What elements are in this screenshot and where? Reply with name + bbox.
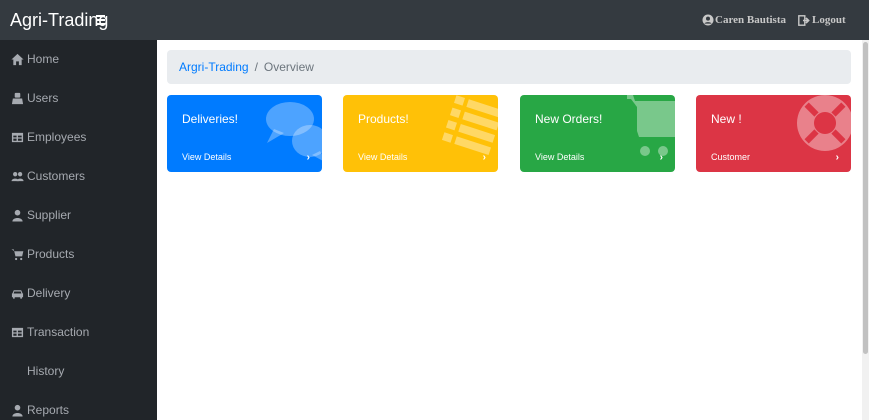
- sidebar-item-label: Supplier: [27, 208, 72, 222]
- sidebar-item-employees[interactable]: Employees: [10, 127, 86, 147]
- top-navbar: Agri-Trading Caren Bautista Logout: [0, 0, 869, 40]
- deliveries-view-details-link[interactable]: View Details ›: [167, 145, 322, 172]
- new-orders-view-details-link[interactable]: View Details ›: [520, 145, 675, 172]
- scrollbar-thumb[interactable]: [863, 42, 868, 354]
- user-tie-icon: [10, 403, 24, 417]
- sidebar-item-transaction[interactable]: Transaction: [10, 322, 89, 342]
- vertical-scrollbar[interactable]: [862, 40, 869, 420]
- products-view-details-link[interactable]: View Details ›: [343, 145, 498, 172]
- sidebar-item-customers[interactable]: Customers: [10, 166, 85, 186]
- chevron-right-icon: ›: [659, 152, 663, 163]
- sidebar-item-label: Customers: [27, 169, 86, 183]
- user-tie-icon: [10, 208, 24, 222]
- card-link-label: View Details: [182, 152, 232, 162]
- user-circle-icon: [702, 14, 714, 26]
- deliveries-card: Deliveries! View Details ›: [167, 95, 322, 172]
- sidebar-item-label: Reports: [27, 403, 70, 417]
- car-icon: [10, 286, 24, 300]
- new-customer-card: New ! Customer ›: [696, 95, 851, 172]
- home-icon: [10, 52, 24, 66]
- sidebar-item-users[interactable]: Users: [10, 88, 58, 108]
- breadcrumb: Argri-Trading / Overview: [167, 50, 851, 84]
- card-title: Products!: [358, 112, 409, 126]
- card-link-label: View Details: [358, 152, 408, 162]
- logout-link[interactable]: Logout: [798, 14, 846, 26]
- card-title: Deliveries!: [182, 112, 239, 126]
- card-title: New !: [711, 112, 742, 126]
- table-icon: [10, 325, 24, 339]
- sidebar-item-label: Delivery: [27, 286, 71, 300]
- sign-out-icon: [798, 14, 810, 26]
- chevron-right-icon: ›: [482, 152, 486, 163]
- group-icon: [10, 169, 24, 183]
- breadcrumb-current: Overview: [263, 60, 314, 74]
- card-title: New Orders!: [535, 112, 603, 126]
- sidebar-item-label: History: [27, 364, 65, 378]
- card-link-label: Customer: [711, 152, 751, 162]
- table-icon: [10, 130, 24, 144]
- logout-label: Logout: [812, 14, 846, 26]
- sidebar-item-label: Users: [27, 91, 59, 105]
- sidebar-item-reports[interactable]: Reports: [10, 400, 69, 420]
- sidebar-item-label: Home: [27, 52, 60, 66]
- card-link-label: View Details: [535, 152, 585, 162]
- chevron-right-icon: ›: [835, 152, 839, 163]
- new-orders-card: New Orders! View Details ›: [520, 95, 675, 172]
- user-name: Caren Bautista: [715, 14, 786, 26]
- sidebar-item-label: Transaction: [27, 325, 90, 339]
- sidebar: Home Users Employees Customers Supplier …: [0, 40, 157, 420]
- customer-link[interactable]: Customer ›: [696, 145, 851, 172]
- breadcrumb-separator: /: [254, 60, 258, 74]
- products-card: Products! View Details ›: [343, 95, 498, 172]
- sidebar-item-label: Products: [27, 247, 75, 261]
- breadcrumb-root-link[interactable]: Argri-Trading: [179, 60, 249, 74]
- user-menu[interactable]: Caren Bautista: [702, 14, 786, 26]
- chevron-right-icon: ›: [306, 152, 310, 163]
- menu-toggle-icon[interactable]: [94, 10, 108, 28]
- sidebar-item-delivery[interactable]: Delivery: [10, 283, 70, 303]
- sidebar-item-home[interactable]: Home: [10, 49, 59, 69]
- sidebar-item-label: Employees: [27, 130, 87, 144]
- sidebar-item-products[interactable]: Products: [10, 244, 74, 264]
- sidebar-item-supplier[interactable]: Supplier: [10, 205, 71, 225]
- sidebar-item-history[interactable]: History: [10, 361, 64, 381]
- cart-icon: [10, 247, 24, 261]
- users-icon: [10, 91, 24, 105]
